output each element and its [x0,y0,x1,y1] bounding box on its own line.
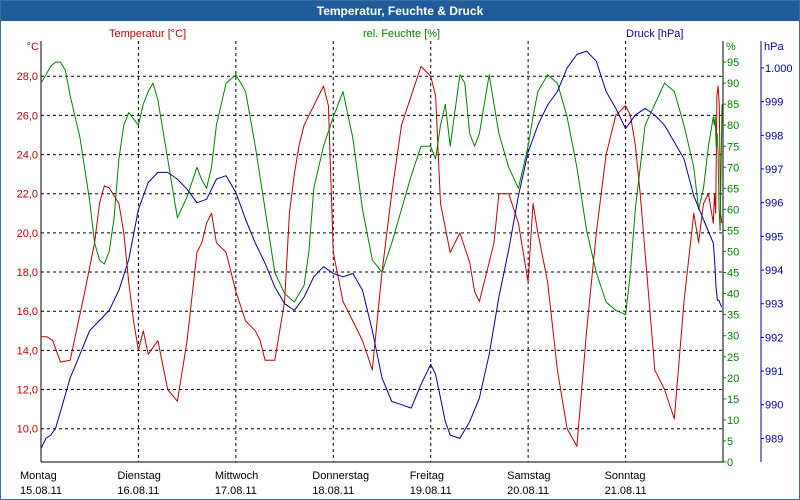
series-line-pressure [40,50,723,449]
x-axis: Montag 15.08.11 Dienstag 16.08.11 Mittwoch 17… [20,470,647,497]
humidity-tick-label: 20 [727,373,739,385]
line-chart: °C Temperatur [°C] 10,0 12,0 14,0 16,0 18,0 2… [17,28,793,497]
x-tick-day-label: Montag [20,470,57,482]
humidity-tick-label: 50 [727,247,739,259]
humidity-tick-label: 85 [727,99,739,111]
humidity-tick-label: 25 [727,352,739,364]
pressure-tick-label: 994 [765,265,783,277]
humidity-tick-label: 5 [727,436,733,448]
x-tick-date-label: 17.08.11 [215,485,257,497]
temperature-tick-label: 20,0 [17,228,38,240]
pressure-tick-label: 1.000 [765,63,793,75]
humidity-tick-label: 30 [727,331,739,343]
humidity-tick-label: 40 [727,289,739,301]
pressure-tick-label: 996 [765,198,783,210]
x-tick-day-label: Freitag [410,470,444,482]
temperature-tick-label: 22,0 [17,189,38,201]
x-tick-date-label: 16.08.11 [117,485,159,497]
temperature-tick-label: 10,0 [17,424,38,436]
temperature-tick-label: 18,0 [17,267,38,279]
pressure-axis-title: Druck [hPa] [626,28,683,40]
x-tick-day-label: Mittwoch [215,470,258,482]
plot-frame [40,41,762,463]
temperature-tick-label: 16,0 [17,306,38,318]
pressure-tick-label: 990 [765,400,783,412]
x-tick-date-label: 18.08.11 [312,485,354,497]
temperature-axis-title: Temperatur [°C] [109,28,186,40]
pressure-tick-label: 991 [765,366,783,378]
x-tick-day-label: Sonntag [605,470,646,482]
temperature-axis: °C Temperatur [°C] 10,0 12,0 14,0 16,0 18,0 2… [17,28,187,436]
pressure-tick-label: 997 [765,164,783,176]
humidity-tick-label: 60 [727,204,739,216]
humidity-tick-label: 10 [727,415,739,427]
humidity-tick-label: 75 [727,141,739,153]
humidity-unit-label: % [726,41,736,53]
x-tick-date-label: 20.08.11 [507,485,549,497]
humidity-axis: % rel. Feuchte [%] 0 5 10 15 20 25 30 35 40 45 50 5… [363,28,739,469]
pressure-tick-label: 995 [765,231,783,243]
series-layer [40,50,723,449]
x-tick-date-label: 21.08.11 [605,485,647,497]
x-tick-date-label: 19.08.11 [410,485,452,497]
temperature-tick-label: 28,0 [17,71,38,83]
temperature-tick-label: 26,0 [17,110,38,122]
temperature-tick-label: 14,0 [17,345,38,357]
humidity-tick-label: 0 [727,457,733,469]
humidity-axis-title: rel. Feuchte [%] [363,28,440,40]
humidity-tick-label: 35 [727,310,739,322]
humidity-tick-label: 70 [727,162,739,174]
x-tick-date-label: 15.08.11 [20,485,62,497]
pressure-tick-label: 999 [765,97,783,109]
window-title: Temperatur, Feuchte & Druck [1,1,799,21]
humidity-tick-label: 80 [727,120,739,132]
humidity-tick-label: 55 [727,225,739,237]
temperature-tick-label: 24,0 [17,150,38,162]
pressure-tick-label: 998 [765,130,783,142]
chart-window: Temperatur, Feuchte & Druck °C Temperatu… [0,0,800,500]
pressure-tick-label: 989 [765,433,783,445]
humidity-tick-label: 15 [727,394,739,406]
pressure-tick-label: 992 [765,332,783,344]
x-tick-day-label: Donnerstag [312,470,369,482]
humidity-tick-label: 95 [727,57,739,69]
humidity-tick-label: 65 [727,183,739,195]
temperature-tick-label: 12,0 [17,385,38,397]
x-tick-day-label: Dienstag [117,470,160,482]
pressure-unit-label: hPa [764,41,784,53]
humidity-tick-label: 90 [727,78,739,90]
pressure-tick-label: 993 [765,299,783,311]
x-tick-day-label: Samstag [507,470,550,482]
humidity-tick-label: 45 [727,268,739,280]
temperature-unit-label: °C [27,41,39,53]
pressure-axis: hPa Druck [hPa] 989 990 991 992 993 994 995 996… [626,28,793,445]
